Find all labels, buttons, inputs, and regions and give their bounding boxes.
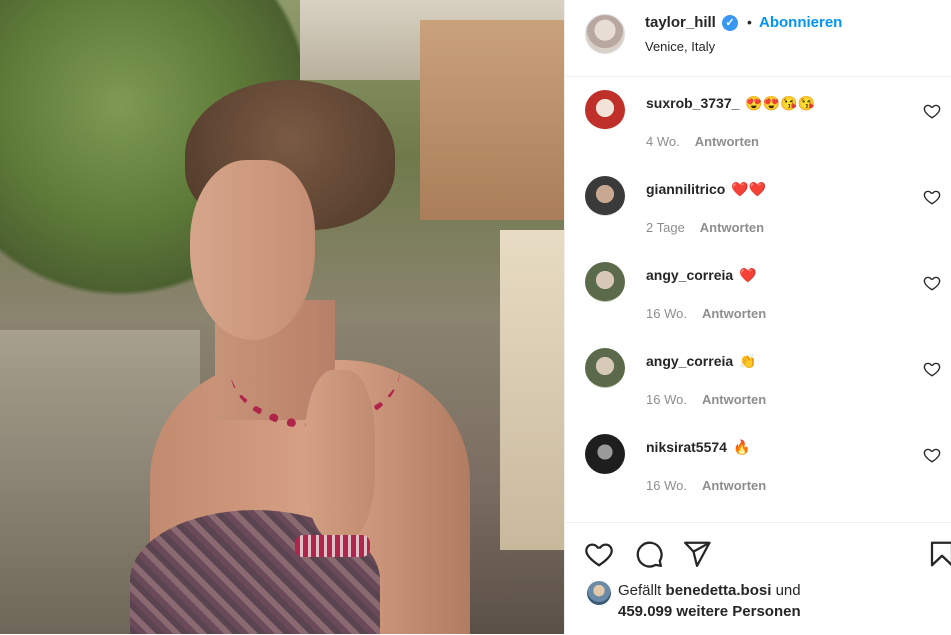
like-comment-heart-icon[interactable] xyxy=(923,446,941,464)
comment-age[interactable]: 4 Wo. xyxy=(646,134,680,149)
reply-button[interactable]: Antworten xyxy=(702,478,766,493)
comment-text: 🔥 xyxy=(732,439,751,455)
like-comment-heart-icon[interactable] xyxy=(923,274,941,292)
comment-meta: 16 Wo. Antworten xyxy=(646,306,781,321)
comment-meta: 16 Wo. Antworten xyxy=(646,392,781,407)
post-header: taylor_hill ✓ • Abonnieren Venice, Italy xyxy=(565,0,951,77)
comment-icon[interactable] xyxy=(634,539,664,569)
post-location[interactable]: Venice, Italy xyxy=(645,39,715,54)
commenter-avatar[interactable] xyxy=(585,90,625,130)
commenter-username[interactable]: niksirat5574 xyxy=(646,439,727,455)
comment-age[interactable]: 2 Tage xyxy=(646,220,685,235)
reply-button[interactable]: Antworten xyxy=(695,134,759,149)
author-avatar[interactable] xyxy=(585,14,625,54)
likes-count-line[interactable]: 459.099 weitere Personen xyxy=(618,603,801,620)
post-side-panel: taylor_hill ✓ • Abonnieren Venice, Italy… xyxy=(564,0,951,634)
bookmark-icon[interactable] xyxy=(927,539,951,569)
reply-button[interactable]: Antworten xyxy=(702,306,766,321)
like-comment-heart-icon[interactable] xyxy=(923,188,941,206)
comment-text: 😍😍😘😘 xyxy=(745,95,816,111)
follow-button[interactable]: Abonnieren xyxy=(759,14,842,31)
comment-text: ❤️ xyxy=(739,267,757,283)
comment-item: niksirat5574 🔥 16 Wo. Antworten xyxy=(565,434,951,520)
commenter-username[interactable]: angy_correia xyxy=(646,353,733,369)
photo-building-column xyxy=(500,230,564,550)
comment-body: giannilitrico ❤️❤️ xyxy=(646,181,766,198)
comment-age[interactable]: 16 Wo. xyxy=(646,306,687,321)
comment-meta: 16 Wo. Antworten xyxy=(646,478,781,493)
comment-item: angy_correia 👏 16 Wo. Antworten xyxy=(565,348,951,434)
liker-username[interactable]: benedetta.bosi xyxy=(666,582,772,599)
share-icon[interactable] xyxy=(682,539,712,569)
commenter-username[interactable]: suxrob_3737_ xyxy=(646,95,739,111)
reply-button[interactable]: Antworten xyxy=(702,392,766,407)
likes-summary: Gefällt benedetta.bosi und xyxy=(618,582,801,599)
comment-text: 👏 xyxy=(739,353,757,369)
comment-text: ❤️❤️ xyxy=(731,181,767,197)
commenter-avatar[interactable] xyxy=(585,348,625,388)
commenter-avatar[interactable] xyxy=(585,434,625,474)
likes-suffix[interactable]: weitere Personen xyxy=(676,603,800,620)
liker-avatar[interactable] xyxy=(587,581,611,605)
comment-item: angy_correia ❤️ 16 Wo. Antworten xyxy=(565,262,951,348)
comment-age[interactable]: 16 Wo. xyxy=(646,478,687,493)
comment-item: giannilitrico ❤️❤️ 2 Tage Antworten xyxy=(565,176,951,262)
post-photo[interactable] xyxy=(0,0,564,634)
comment-meta: 2 Tage Antworten xyxy=(646,220,779,235)
heart-icon[interactable] xyxy=(584,539,614,569)
comment-age[interactable]: 16 Wo. xyxy=(646,392,687,407)
reply-button[interactable]: Antworten xyxy=(700,220,764,235)
comment-body: angy_correia ❤️ xyxy=(646,267,757,284)
commenter-username[interactable]: giannilitrico xyxy=(646,181,725,197)
comment-meta: 4 Wo. Antworten xyxy=(646,134,774,149)
post-actions: Gefällt benedetta.bosi und 459.099 weite… xyxy=(565,522,951,635)
likes-prefix: Gefällt xyxy=(618,582,662,599)
commenter-username[interactable]: angy_correia xyxy=(646,267,733,283)
model-bracelet xyxy=(295,535,370,557)
model-hand xyxy=(305,370,375,540)
author-username[interactable]: taylor_hill xyxy=(645,14,716,31)
likes-conjunction: und xyxy=(775,582,801,599)
header-separator: • xyxy=(747,14,752,30)
like-comment-heart-icon[interactable] xyxy=(923,360,941,378)
instagram-post-view: taylor_hill ✓ • Abonnieren Venice, Italy… xyxy=(0,0,951,634)
likes-count[interactable]: 459.099 xyxy=(618,603,672,620)
verified-badge-icon: ✓ xyxy=(722,15,738,31)
photo-model xyxy=(80,80,480,634)
comment-item: suxrob_3737_ 😍😍😘😘 4 Wo. Antworten xyxy=(565,90,951,176)
comment-body: angy_correia 👏 xyxy=(646,353,757,370)
commenter-avatar[interactable] xyxy=(585,176,625,216)
comment-body: suxrob_3737_ 😍😍😘😘 xyxy=(646,95,815,112)
comment-body: niksirat5574 🔥 xyxy=(646,439,750,456)
like-comment-heart-icon[interactable] xyxy=(923,102,941,120)
commenter-avatar[interactable] xyxy=(585,262,625,302)
